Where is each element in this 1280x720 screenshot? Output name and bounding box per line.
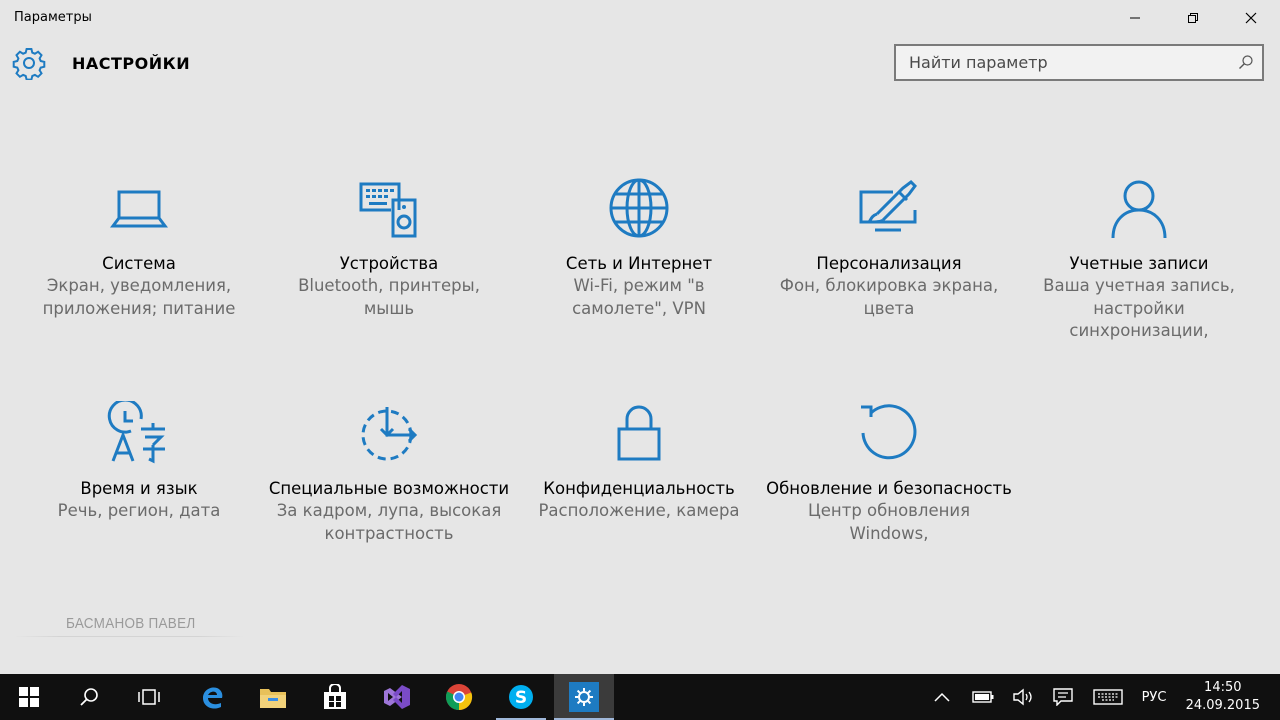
store-bag-icon: [324, 684, 346, 709]
window-title: Параметры: [14, 10, 92, 25]
tile-title: Система: [102, 254, 176, 273]
svg-text:S: S: [515, 688, 527, 708]
close-icon: [1245, 12, 1257, 24]
tile-title: Устройства: [339, 254, 439, 273]
update-icon: [861, 404, 917, 460]
minimize-icon: [1130, 17, 1140, 19]
search-icon[interactable]: [1238, 54, 1254, 70]
tile-devices[interactable]: Устройства Bluetooth, принтеры, мышь: [264, 173, 514, 320]
tile-description: За кадром, лупа, высокая контрастность: [276, 501, 502, 543]
close-button[interactable]: [1222, 0, 1280, 36]
tile-description: Wi-Fi, режим "в самолете", VPN: [572, 276, 706, 318]
watermark: БАСМАНОВ ПАВЕЛ: [66, 615, 196, 632]
start-button[interactable]: [0, 674, 58, 720]
show-hidden-icons-button[interactable]: [928, 674, 956, 720]
windows-logo-icon: [19, 687, 39, 707]
taskbar-chrome[interactable]: [430, 674, 488, 720]
tile-time-language[interactable]: Время и язык Речь, регион, дата: [14, 398, 264, 523]
taskbar: S РУС 14:50 24.09.2015: [0, 674, 1280, 720]
taskbar-skype[interactable]: S: [492, 674, 550, 720]
devices-icon: [359, 182, 417, 238]
clock[interactable]: 14:50 24.09.2015: [1186, 679, 1260, 715]
battery-icon: [972, 691, 994, 703]
visual-studio-icon: [384, 685, 410, 709]
tile-description: Речь, регион, дата: [57, 501, 221, 520]
folder-icon: [260, 689, 286, 708]
search-input[interactable]: [896, 46, 1228, 79]
gear-icon: [12, 48, 46, 80]
chrome-icon: [445, 684, 473, 711]
tile-title: Сеть и Интернет: [565, 254, 713, 273]
tile-description: Экран, уведомления, приложения; питание: [42, 276, 236, 318]
edge-browser-icon: [203, 687, 223, 709]
clock-time: 14:50: [1204, 680, 1242, 695]
tile-privacy[interactable]: Конфиденциальность Расположение, камера: [514, 398, 764, 523]
keyboard-icon: [1093, 689, 1123, 705]
clock-date: 24.09.2015: [1185, 698, 1260, 713]
time-language-icon: [107, 401, 165, 464]
action-center-button[interactable]: [1048, 674, 1078, 720]
taskbar-search-button[interactable]: [60, 674, 118, 720]
tile-title: Персонализация: [816, 254, 962, 273]
tile-description: Bluetooth, принтеры, мышь: [298, 276, 480, 318]
tile-description: Центр обновления Windows,: [807, 501, 971, 543]
notifications-icon: [1053, 688, 1073, 706]
minimize-button[interactable]: [1106, 0, 1164, 36]
tile-title: Специальные возможности: [268, 479, 510, 498]
taskbar-edge[interactable]: [183, 674, 241, 720]
tile-title: Обновление и безопасность: [766, 479, 1012, 498]
watermark-divider: [14, 636, 244, 637]
restore-button[interactable]: [1164, 0, 1222, 36]
settings-gear-icon: [569, 682, 599, 712]
lock-icon: [617, 405, 661, 461]
tile-title: Конфиденциальность: [543, 479, 735, 498]
volume-indicator[interactable]: [1008, 674, 1038, 720]
input-language-indicator[interactable]: РУС: [1134, 674, 1174, 720]
speaker-icon: [1013, 688, 1032, 706]
tile-network[interactable]: Сеть и Интернет Wi-Fi, режим "в самолете…: [514, 173, 764, 320]
title-bar: Параметры: [0, 0, 1280, 36]
tile-description: Расположение, камера: [538, 501, 740, 520]
taskbar-settings[interactable]: [554, 674, 614, 720]
task-view-icon: [138, 689, 160, 705]
laptop-icon: [110, 190, 168, 228]
ease-of-access-icon: [361, 407, 418, 461]
battery-indicator[interactable]: [968, 674, 998, 720]
tile-ease-of-access[interactable]: Специальные возможности За кадром, лупа,…: [264, 398, 514, 545]
tile-update-security[interactable]: Обновление и безопасность Центр обновлен…: [764, 398, 1014, 545]
tile-personalization[interactable]: Персонализация Фон, блокировка экрана, ц…: [764, 173, 1014, 320]
tile-title: Время и язык: [80, 479, 198, 498]
personalization-icon: [859, 180, 917, 232]
globe-icon: [609, 178, 669, 238]
tile-description: Ваша учетная запись, настройки синхрониз…: [1043, 276, 1235, 340]
page-title: НАСТРОЙКИ: [72, 54, 191, 73]
touch-keyboard-button[interactable]: [1090, 674, 1126, 720]
task-view-button[interactable]: [120, 674, 178, 720]
user-icon: [1111, 180, 1167, 239]
search-icon: [80, 688, 98, 706]
restore-icon: [1188, 13, 1198, 23]
taskbar-store[interactable]: [306, 674, 364, 720]
search-box[interactable]: [894, 44, 1264, 81]
input-language: РУС: [1141, 689, 1167, 705]
skype-icon: S: [509, 685, 533, 709]
taskbar-file-explorer[interactable]: [244, 674, 302, 720]
chevron-up-icon: [934, 692, 950, 702]
tile-description: Фон, блокировка экрана, цвета: [779, 276, 999, 318]
tile-accounts[interactable]: Учетные записи Ваша учетная запись, наст…: [1014, 173, 1264, 343]
tile-title: Учетные записи: [1069, 254, 1209, 273]
taskbar-visual-studio[interactable]: [368, 674, 426, 720]
tile-system[interactable]: Система Экран, уведомления, приложения; …: [14, 173, 264, 320]
